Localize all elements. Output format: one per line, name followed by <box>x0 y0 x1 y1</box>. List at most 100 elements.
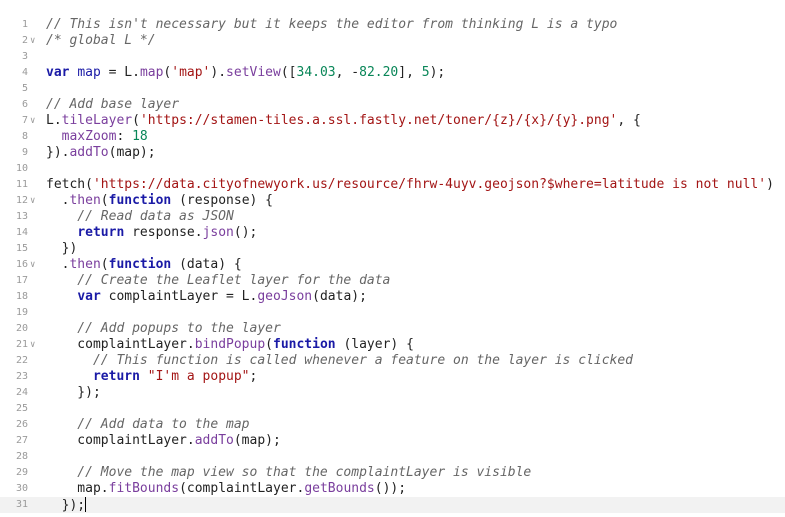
code-line[interactable]: 28 <box>0 449 785 465</box>
code-line[interactable]: 16 ∨ .then(function (data) { <box>0 257 785 273</box>
line-number: 11 <box>15 179 28 190</box>
line-gutter: 13 <box>0 209 44 225</box>
code-line[interactable]: 21 ∨ complaintLayer.bindPopup(function (l… <box>0 337 785 353</box>
line-number: 10 <box>15 163 28 174</box>
code-line[interactable]: 8 maxZoom: 18 <box>0 129 785 145</box>
line-code: map.fitBounds(complaintLayer.getBounds()… <box>46 481 407 496</box>
line-number: 29 <box>15 467 28 478</box>
line-number: 2 <box>21 35 28 46</box>
line-number: 30 <box>15 483 28 494</box>
line-code: // This function is called whenever a fe… <box>46 353 633 368</box>
line-code: // Add base layer <box>46 97 180 112</box>
code-line[interactable]: 19 <box>0 305 785 321</box>
code-line[interactable]: 7 ∨ L.tileLayer('https://stamen-tiles.a.ss… <box>0 113 785 129</box>
line-number: 21 <box>15 339 28 350</box>
code-line[interactable]: 6 // Add base layer <box>0 97 785 113</box>
line-number: 6 <box>21 99 28 110</box>
line-code: }); <box>46 385 101 400</box>
line-number: 3 <box>21 51 28 62</box>
line-number: 27 <box>15 435 28 446</box>
code-line[interactable]: 17 // Create the Leaflet layer for the d… <box>0 273 785 289</box>
line-gutter: 28 <box>0 449 44 465</box>
code-line[interactable]: 31 }); <box>0 497 785 513</box>
code-line[interactable]: 23 return "I'm a popup"; <box>0 369 785 385</box>
line-gutter: 11 <box>0 177 44 193</box>
line-gutter: 29 <box>0 465 44 481</box>
code-line[interactable]: 30 map.fitBounds(complaintLayer.getBound… <box>0 481 785 497</box>
line-code: }); <box>46 497 87 513</box>
chevron-down-icon[interactable]: ∨ <box>30 337 35 353</box>
line-code: // This isn't necessary but it keeps the… <box>46 17 618 32</box>
chevron-down-icon[interactable]: ∨ <box>30 33 35 49</box>
line-number: 9 <box>21 147 28 158</box>
line-gutter: 9 <box>0 145 44 161</box>
line-code: L.tileLayer('https://stamen-tiles.a.ssl.… <box>46 113 641 128</box>
line-gutter: 22 <box>0 353 44 369</box>
code-line[interactable]: 18 var complaintLayer = L.geoJson(data); <box>0 289 785 305</box>
code-line[interactable]: 11 fetch('https://data.cityofnewyork.us/r… <box>0 177 785 193</box>
code-line[interactable]: 3 <box>0 49 785 65</box>
line-number: 14 <box>15 227 28 238</box>
line-number: 18 <box>15 291 28 302</box>
code-line[interactable]: 12 ∨ .then(function (response) { <box>0 193 785 209</box>
line-gutter: 14 <box>0 225 44 241</box>
line-gutter: 5 <box>0 81 44 97</box>
line-code: // Read data as JSON <box>46 209 234 224</box>
line-number: 24 <box>15 387 28 398</box>
code-line[interactable]: 13 // Read data as JSON <box>0 209 785 225</box>
line-code: }).addTo(map); <box>46 145 156 160</box>
line-gutter: 7 ∨ <box>0 113 44 129</box>
line-gutter: 24 <box>0 385 44 401</box>
code-line[interactable]: 9 }).addTo(map); <box>0 145 785 161</box>
code-line[interactable]: 24 }); <box>0 385 785 401</box>
chevron-down-icon[interactable]: ∨ <box>30 193 35 209</box>
code-line[interactable]: 10 <box>0 161 785 177</box>
line-number: 20 <box>15 323 28 334</box>
line-code: // Add popups to the layer <box>46 321 281 336</box>
code-line[interactable]: 25 <box>0 401 785 417</box>
line-gutter: 23 <box>0 369 44 385</box>
line-number: 25 <box>15 403 28 414</box>
code-line[interactable]: 29 // Move the map view so that the comp… <box>0 465 785 481</box>
line-code: .then(function (data) { <box>46 257 242 272</box>
line-number: 31 <box>15 499 28 510</box>
line-gutter: 4 <box>0 65 44 81</box>
line-code: complaintLayer.bindPopup(function (layer… <box>46 337 414 352</box>
code-line[interactable]: 2 ∨/* global L */ <box>0 33 785 49</box>
line-code: }) <box>46 241 78 256</box>
line-gutter: 25 <box>0 401 44 417</box>
line-gutter: 2 ∨ <box>0 33 44 49</box>
code-line[interactable]: 1 // This isn't necessary but it keeps th… <box>0 17 785 33</box>
chevron-down-icon[interactable]: ∨ <box>30 113 35 129</box>
line-code: var map = L.map('map').setView([34.03, -… <box>46 65 446 80</box>
line-number: 17 <box>15 275 28 286</box>
chevron-down-icon[interactable]: ∨ <box>30 257 35 273</box>
code-line[interactable]: 22 // This function is called whenever a… <box>0 353 785 369</box>
line-number: 15 <box>15 243 28 254</box>
line-number: 12 <box>15 195 28 206</box>
line-gutter: 27 <box>0 433 44 449</box>
code-line[interactable]: 26 // Add data to the map <box>0 417 785 433</box>
line-gutter: 12 ∨ <box>0 193 44 209</box>
code-line[interactable]: 4 var map = L.map('map').setView([34.03, … <box>0 65 785 81</box>
code-editor[interactable]: 1 // This isn't necessary but it keeps th… <box>0 0 785 517</box>
code-line[interactable]: 15 }) <box>0 241 785 257</box>
line-code: var complaintLayer = L.geoJson(data); <box>77 289 367 304</box>
code-line[interactable]: 27 complaintLayer.addTo(map); <box>0 433 785 449</box>
text-cursor <box>85 497 87 512</box>
line-code: return response.json(); <box>77 225 258 240</box>
code-line[interactable]: 14 return response.json(); <box>0 225 785 241</box>
line-number: 8 <box>21 131 28 142</box>
line-number: 5 <box>21 83 28 94</box>
line-number: 4 <box>21 67 28 78</box>
line-code: .then(function (response) { <box>46 193 273 208</box>
line-number: 28 <box>15 451 28 462</box>
line-number: 22 <box>15 355 28 366</box>
line-code: /* global L */ <box>46 33 156 48</box>
line-number: 23 <box>15 371 28 382</box>
line-gutter: 8 <box>0 129 44 145</box>
line-code: return "I'm a popup"; <box>92 369 258 384</box>
line-number: 7 <box>21 115 28 126</box>
code-line[interactable]: 20 // Add popups to the layer <box>0 321 785 337</box>
code-line[interactable]: 5 <box>0 81 785 97</box>
